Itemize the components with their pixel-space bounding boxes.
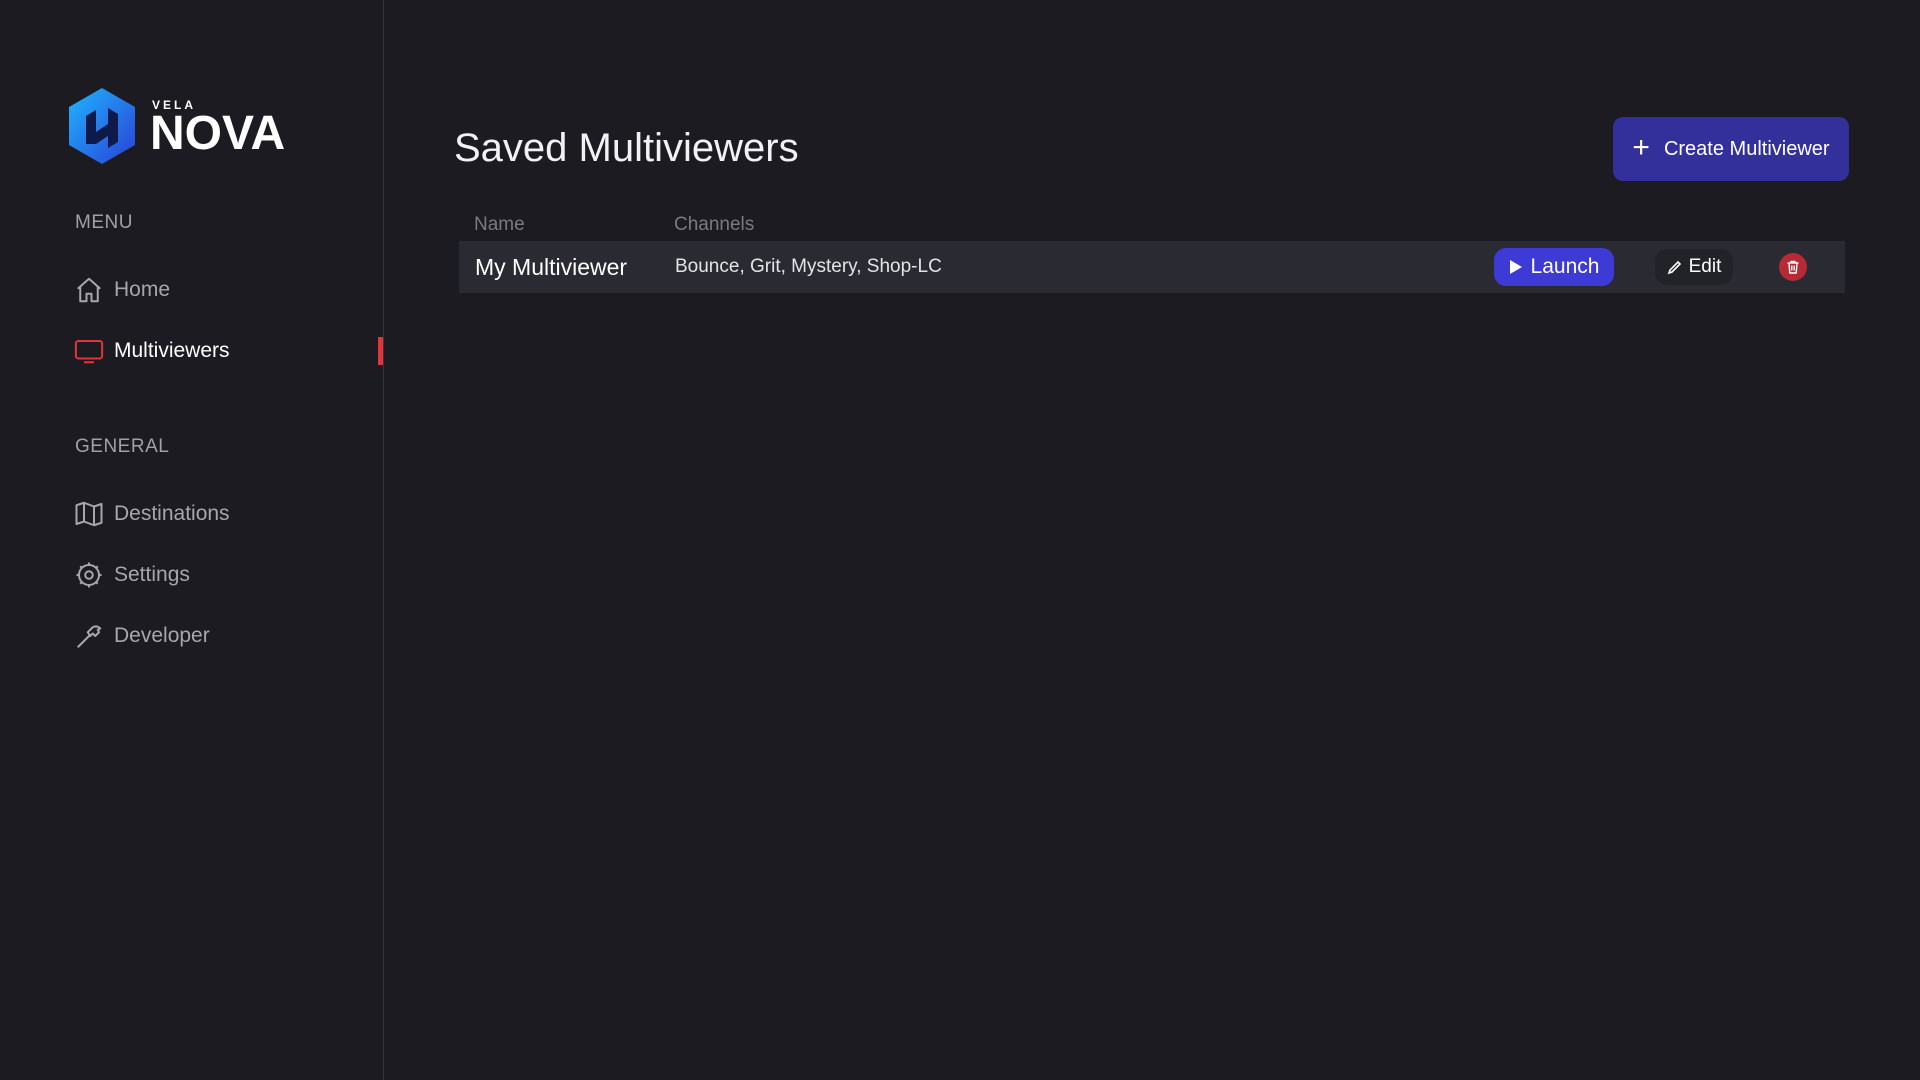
sidebar-item-developer[interactable]: Developer <box>74 616 384 656</box>
monitor-icon <box>74 340 104 364</box>
table-row[interactable]: My Multiviewer Bounce, Grit, Mystery, Sh… <box>459 241 1845 293</box>
launch-button[interactable]: Launch <box>1494 248 1614 286</box>
sidebar-item-multiviewers[interactable]: Multiviewers <box>74 331 384 371</box>
menu-section-label: MENU <box>75 212 133 233</box>
sidebar-item-label: Settings <box>114 563 190 586</box>
sidebar-item-home[interactable]: Home <box>74 270 384 310</box>
delete-button[interactable] <box>1779 253 1807 281</box>
general-section-label: GENERAL <box>75 436 170 457</box>
sidebar-item-settings[interactable]: Settings <box>74 555 384 595</box>
sidebar-item-label: Home <box>114 278 171 301</box>
sidebar-item-label: Developer <box>114 624 210 647</box>
launch-label: Launch <box>1530 255 1600 278</box>
multiviewer-channels: Bounce, Grit, Mystery, Shop-LC <box>675 256 942 277</box>
edit-button[interactable]: Edit <box>1655 249 1733 285</box>
create-multiviewer-button[interactable]: + Create Multiviewer <box>1613 117 1849 181</box>
sidebar-item-destinations[interactable]: Destinations <box>74 494 384 534</box>
plus-icon: + <box>1632 130 1650 164</box>
brand-wordmark: VELA NOVA <box>150 86 300 166</box>
column-header-name: Name <box>474 214 525 235</box>
column-header-channels: Channels <box>674 214 755 235</box>
brand-name: NOVA <box>150 107 286 160</box>
gear-icon <box>76 562 102 588</box>
page-title: Saved Multiviewers <box>454 126 799 170</box>
trash-icon <box>1787 260 1799 274</box>
edit-label: Edit <box>1688 256 1722 277</box>
sidebar: VELA NOVA MENU Home Multiviewers GENERAL… <box>0 0 384 1080</box>
active-indicator <box>378 337 383 365</box>
map-icon <box>75 501 103 527</box>
sidebar-item-label: Multiviewers <box>114 339 230 362</box>
multiviewer-name: My Multiviewer <box>475 254 628 280</box>
brand-logo[interactable]: VELA NOVA <box>62 84 302 168</box>
home-icon <box>77 277 101 303</box>
pencil-icon <box>1667 260 1681 275</box>
hammer-icon <box>77 625 102 648</box>
create-multiviewer-label: Create Multiviewer <box>1663 137 1830 160</box>
sidebar-item-label: Destinations <box>114 502 230 525</box>
nova-logo-icon <box>69 88 135 164</box>
play-icon <box>1509 260 1522 274</box>
